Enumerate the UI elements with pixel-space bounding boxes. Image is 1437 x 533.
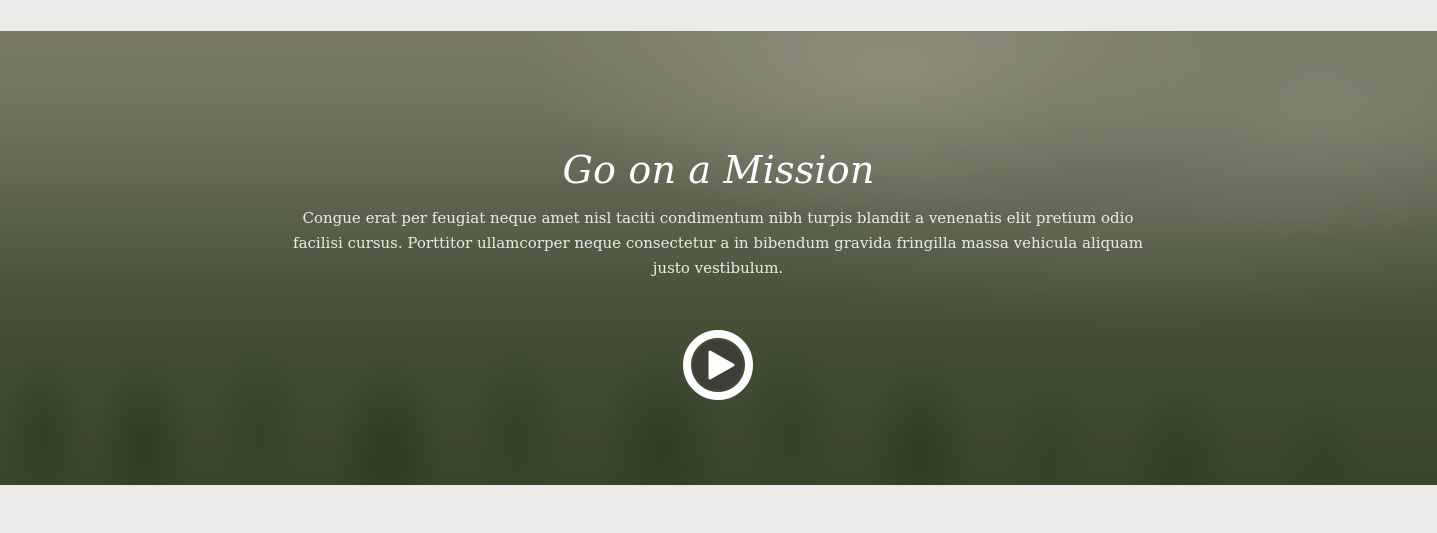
play-circle-icon [683, 330, 753, 400]
play-video-button[interactable] [681, 328, 755, 402]
hero-description: Congue erat per feugiat neque amet nisl … [293, 209, 1143, 277]
page: Go on a Mission Congue erat per feugiat … [0, 0, 1437, 533]
hero-content: Go on a Mission Congue erat per feugiat … [0, 31, 1437, 485]
hero-title: Go on a Mission [562, 148, 875, 192]
